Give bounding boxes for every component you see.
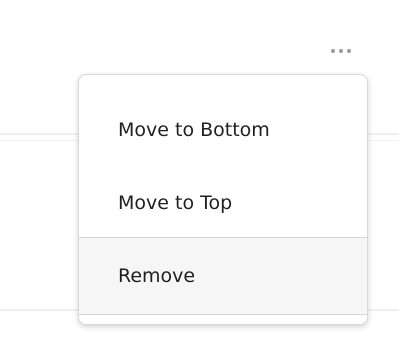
more-horizontal-icon [347, 49, 351, 53]
menu-item-move-to-bottom[interactable]: Move to Bottom [79, 91, 367, 169]
more-horizontal-icon [331, 49, 335, 53]
menu-item-label: Remove [118, 265, 196, 287]
menu-item-label: Move to Bottom [118, 119, 270, 141]
more-options-button[interactable] [319, 40, 363, 62]
context-menu: Move to Bottom Move to Top Remove [78, 74, 368, 325]
more-horizontal-icon [339, 49, 343, 53]
menu-item-label: Move to Top [118, 192, 233, 214]
menu-item-move-to-top[interactable]: Move to Top [79, 169, 367, 237]
menu-item-remove[interactable]: Remove [79, 237, 367, 315]
